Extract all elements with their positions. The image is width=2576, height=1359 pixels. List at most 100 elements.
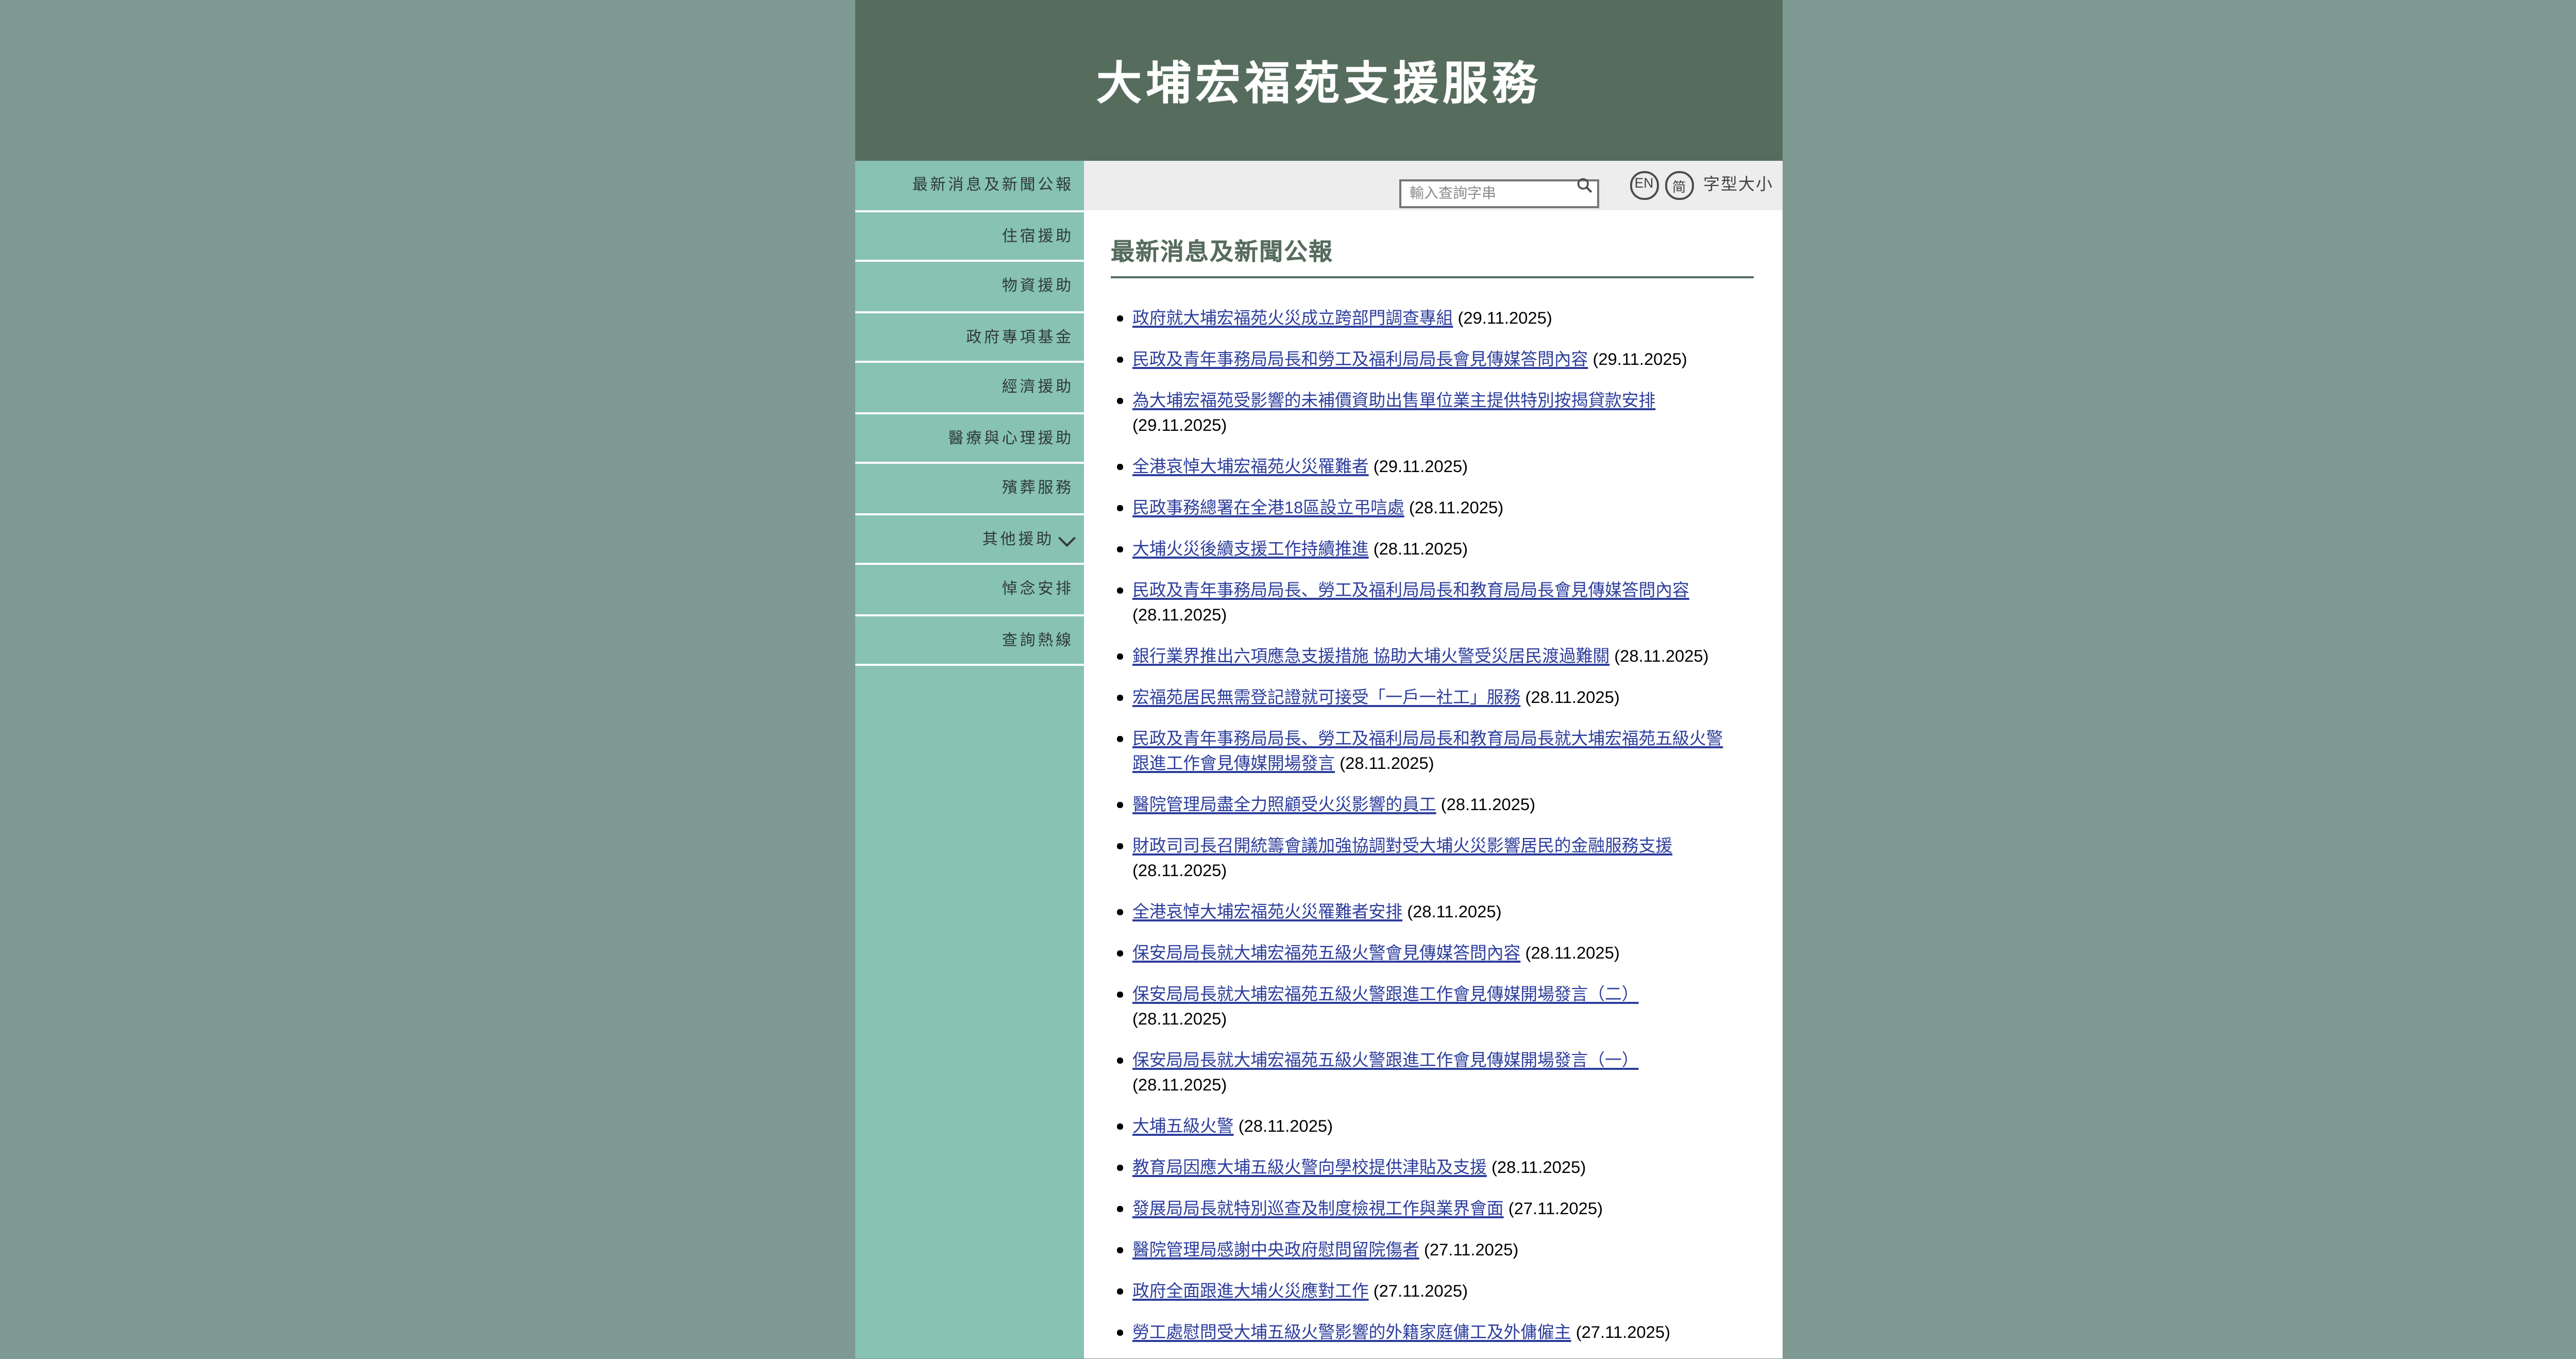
news-item: 銀行業界推出六項應急支援措施 協助大埔火警受災居民渡過難關 (28.11.202… — [1111, 644, 1729, 669]
sidebar-item-5[interactable]: 醫療與心理援助 — [855, 413, 1084, 464]
sidebar-item-7[interactable]: 其他援助 — [855, 514, 1084, 565]
news-item: 全港哀悼大埔宏福苑火災罹難者安排 (28.11.2025) — [1111, 900, 1729, 925]
sidebar-item-label: 查詢熱線 — [1002, 630, 1074, 649]
news-date: (27.11.2025) — [1423, 1240, 1519, 1259]
sidebar-item-3[interactable]: 政府專項基金 — [855, 312, 1084, 363]
section-heading: 最新消息及新聞公報 — [1111, 234, 1754, 278]
news-link[interactable]: 教育局因應大埔五級火警向學校提供津貼及支援 — [1132, 1157, 1487, 1176]
page: 大埔宏福苑支援服務 最新消息及新聞公報 住宿援助 物資援助 政府專項基金 經濟援助 醫療與… — [855, 0, 1783, 1359]
news-date: (28.11.2025) — [1132, 605, 1227, 624]
news-item: 教育局因應大埔五級火警向學校提供津貼及支援 (28.11.2025) — [1111, 1155, 1729, 1180]
news-date: (28.11.2025) — [1132, 861, 1227, 879]
page-header: 大埔宏福苑支援服務 — [855, 0, 1783, 161]
font-size-control[interactable]: 字型大小 — [1703, 174, 1773, 196]
news-item: 保安局局長就大埔宏福苑五級火警跟進工作會見傳媒開場發言（二） (28.11.20… — [1111, 982, 1729, 1032]
news-item: 民政及青年事務局局長、勞工及福利局局長和教育局局長就大埔宏福苑五級火警跟進工作會… — [1111, 727, 1729, 776]
sidebar-item-label: 物資援助 — [1002, 277, 1074, 295]
sidebar-menu: 最新消息及新聞公報住宿援助物資援助政府專項基金經濟援助醫療與心理援助殯葬服務其他… — [855, 161, 1084, 666]
search-icon[interactable] — [1577, 177, 1593, 193]
sidebar-item-8[interactable]: 悼念安排 — [855, 565, 1084, 615]
news-date: (28.11.2025) — [1238, 1116, 1333, 1135]
sidebar-item-label: 醫療與心理援助 — [948, 428, 1074, 447]
news-link[interactable]: 發展局局長就特別巡查及制度檢視工作與業界會面 — [1132, 1199, 1504, 1217]
news-link[interactable]: 民政及青年事務局局長、勞工及福利局局長和教育局局長會見傳媒答問內容 — [1132, 580, 1689, 599]
news-date: (28.11.2025) — [1132, 1075, 1227, 1094]
news-link[interactable]: 全港哀悼大埔宏福苑火災罹難者 — [1132, 457, 1369, 475]
search-box — [1399, 170, 1599, 209]
sidebar-item-9[interactable]: 查詢熱線 — [855, 615, 1084, 666]
sidebar-item-label: 最新消息及新聞公報 — [912, 176, 1074, 194]
news-link[interactable]: 保安局局長就大埔宏福苑五級火警跟進工作會見傳媒開場發言（一） — [1132, 1050, 1639, 1069]
news-item: 保安局局長就大埔宏福苑五級火警會見傳媒答問內容 (28.11.2025) — [1111, 941, 1729, 966]
sidebar-item-label: 其他援助 — [982, 529, 1054, 548]
news-link[interactable]: 宏福苑居民無需登記證就可接受「一戶一社工」服務 — [1132, 687, 1520, 706]
news-link[interactable]: 大埔火災後續支援工作持續推進 — [1132, 539, 1369, 558]
news-item: 全港哀悼大埔宏福苑火災罹難者 (29.11.2025) — [1111, 455, 1729, 479]
news-link[interactable]: 民政事務總署在全港18區設立弔唁處 — [1132, 498, 1404, 516]
news-item: 勞工處慰問受大埔五級火警影響的外籍家庭傭工及外傭僱主 (27.11.2025) — [1111, 1320, 1729, 1345]
page-title: 大埔宏福苑支援服務 — [1096, 58, 1541, 109]
news-date: (27.11.2025) — [1508, 1199, 1603, 1217]
news-item: 大埔火災後續支援工作持續推進 (28.11.2025) — [1111, 537, 1729, 562]
news-link[interactable]: 勞工處慰問受大埔五級火警影響的外籍家庭傭工及外傭僱主 — [1132, 1322, 1571, 1341]
news-link[interactable]: 保安局局長就大埔宏福苑五級火警跟進工作會見傳媒開場發言（二） — [1132, 984, 1639, 1003]
news-date: (29.11.2025) — [1373, 457, 1468, 475]
news-list: 政府就大埔宏福苑火災成立跨部門調查專組 (29.11.2025) 民政及青年事務局… — [1111, 306, 1729, 1345]
news-date: (27.11.2025) — [1575, 1322, 1670, 1341]
news-date: (28.11.2025) — [1409, 498, 1504, 516]
news-link[interactable]: 醫院管理局感謝中央政府慰問留院傷者 — [1132, 1240, 1419, 1259]
main-area: EN 简 字型大小 最新消息及新聞公報 政府就大埔宏福苑火災成立跨部門調查專組 … — [1084, 161, 1783, 1359]
news-link[interactable]: 財政司司長召開統籌會議加強協調對受大埔火災影響居民的金融服務支援 — [1132, 836, 1672, 854]
sidebar-item-4[interactable]: 經濟援助 — [855, 363, 1084, 413]
news-date: (28.11.2025) — [1132, 1009, 1227, 1028]
search-input[interactable] — [1399, 179, 1599, 209]
news-date: (28.11.2025) — [1525, 943, 1620, 962]
news-link[interactable]: 銀行業界推出六項應急支援措施 協助大埔火警受災居民渡過難關 — [1132, 646, 1609, 665]
news-item: 民政及青年事務局局長和勞工及福利局局長會見傳媒答問內容 (29.11.2025) — [1111, 347, 1729, 372]
news-link[interactable]: 為大埔宏福苑受影響的未補價資助出售單位業主提供特別按揭貸款安排 — [1132, 391, 1655, 409]
news-item: 宏福苑居民無需登記證就可接受「一戶一社工」服務 (28.11.2025) — [1111, 685, 1729, 710]
news-date: (28.11.2025) — [1491, 1157, 1586, 1176]
news-item: 民政及青年事務局局長、勞工及福利局局長和教育局局長會見傳媒答問內容 (28.11… — [1111, 578, 1729, 628]
news-link[interactable]: 醫院管理局盡全力照顧受火災影響的員工 — [1132, 795, 1436, 813]
toolbar: EN 简 字型大小 — [1084, 161, 1783, 209]
news-item: 政府就大埔宏福苑火災成立跨部門調查專組 (29.11.2025) — [1111, 306, 1729, 331]
news-item: 保安局局長就大埔宏福苑五級火警跟進工作會見傳媒開場發言（一） (28.11.20… — [1111, 1048, 1729, 1098]
news-date: (28.11.2025) — [1525, 687, 1620, 706]
sidebar-item-0[interactable]: 最新消息及新聞公報 — [855, 161, 1084, 211]
language-simplified-button[interactable]: 简 — [1665, 171, 1693, 199]
sidebar-item-label: 住宿援助 — [1002, 226, 1074, 245]
news-link[interactable]: 大埔五級火警 — [1132, 1116, 1234, 1135]
news-date: (27.11.2025) — [1373, 1281, 1468, 1300]
sidebar: 最新消息及新聞公報住宿援助物資援助政府專項基金經濟援助醫療與心理援助殯葬服務其他… — [855, 161, 1084, 1359]
content: 最新消息及新聞公報 政府就大埔宏福苑火災成立跨部門調查專組 (29.11.202… — [1084, 209, 1783, 1359]
canvas: 大埔宏福苑支援服務 最新消息及新聞公報 住宿援助 物資援助 政府專項基金 經濟援助 醫療與… — [0, 0, 2576, 1359]
sidebar-item-2[interactable]: 物資援助 — [855, 262, 1084, 312]
news-date: (29.11.2025) — [1458, 308, 1552, 327]
sidebar-item-6[interactable]: 殯葬服務 — [855, 464, 1084, 514]
news-item: 政府全面跟進大埔火災應對工作 (27.11.2025) — [1111, 1279, 1729, 1304]
sidebar-item-1[interactable]: 住宿援助 — [855, 211, 1084, 262]
news-item: 為大埔宏福苑受影響的未補價資助出售單位業主提供特別按揭貸款安排 (29.11.2… — [1111, 389, 1729, 438]
news-date: (28.11.2025) — [1407, 902, 1502, 920]
sidebar-item-label: 經濟援助 — [1002, 378, 1074, 396]
news-item: 民政事務總署在全港18區設立弔唁處 (28.11.2025) — [1111, 496, 1729, 521]
sidebar-item-label: 殯葬服務 — [1002, 479, 1074, 497]
news-link[interactable]: 保安局局長就大埔宏福苑五級火警會見傳媒答問內容 — [1132, 943, 1520, 962]
language-en-button[interactable]: EN — [1630, 171, 1658, 199]
news-date: (28.11.2025) — [1614, 646, 1709, 665]
news-date: (28.11.2025) — [1373, 539, 1468, 558]
news-link[interactable]: 政府就大埔宏福苑火災成立跨部門調查專組 — [1132, 308, 1453, 327]
news-item: 醫院管理局感謝中央政府慰問留院傷者 (27.11.2025) — [1111, 1238, 1729, 1263]
news-date: (28.11.2025) — [1440, 795, 1535, 813]
chevron-down-icon — [1058, 528, 1074, 545]
news-item: 發展局局長就特別巡查及制度檢視工作與業界會面 (27.11.2025) — [1111, 1197, 1729, 1221]
news-item: 大埔五級火警 (28.11.2025) — [1111, 1114, 1729, 1139]
news-date: (29.11.2025) — [1132, 415, 1227, 434]
body-row: 最新消息及新聞公報 住宿援助 物資援助 政府專項基金 經濟援助 醫療與心理援助 殯葬服務 其他… — [855, 161, 1783, 1359]
news-link[interactable]: 政府全面跟進大埔火災應對工作 — [1132, 1281, 1369, 1300]
news-date: (29.11.2025) — [1592, 349, 1687, 368]
news-link[interactable]: 民政及青年事務局局長和勞工及福利局局長會見傳媒答問內容 — [1132, 349, 1588, 368]
news-item: 醫院管理局盡全力照顧受火災影響的員工 (28.11.2025) — [1111, 793, 1729, 817]
news-link[interactable]: 全港哀悼大埔宏福苑火災罹難者安排 — [1132, 902, 1402, 920]
